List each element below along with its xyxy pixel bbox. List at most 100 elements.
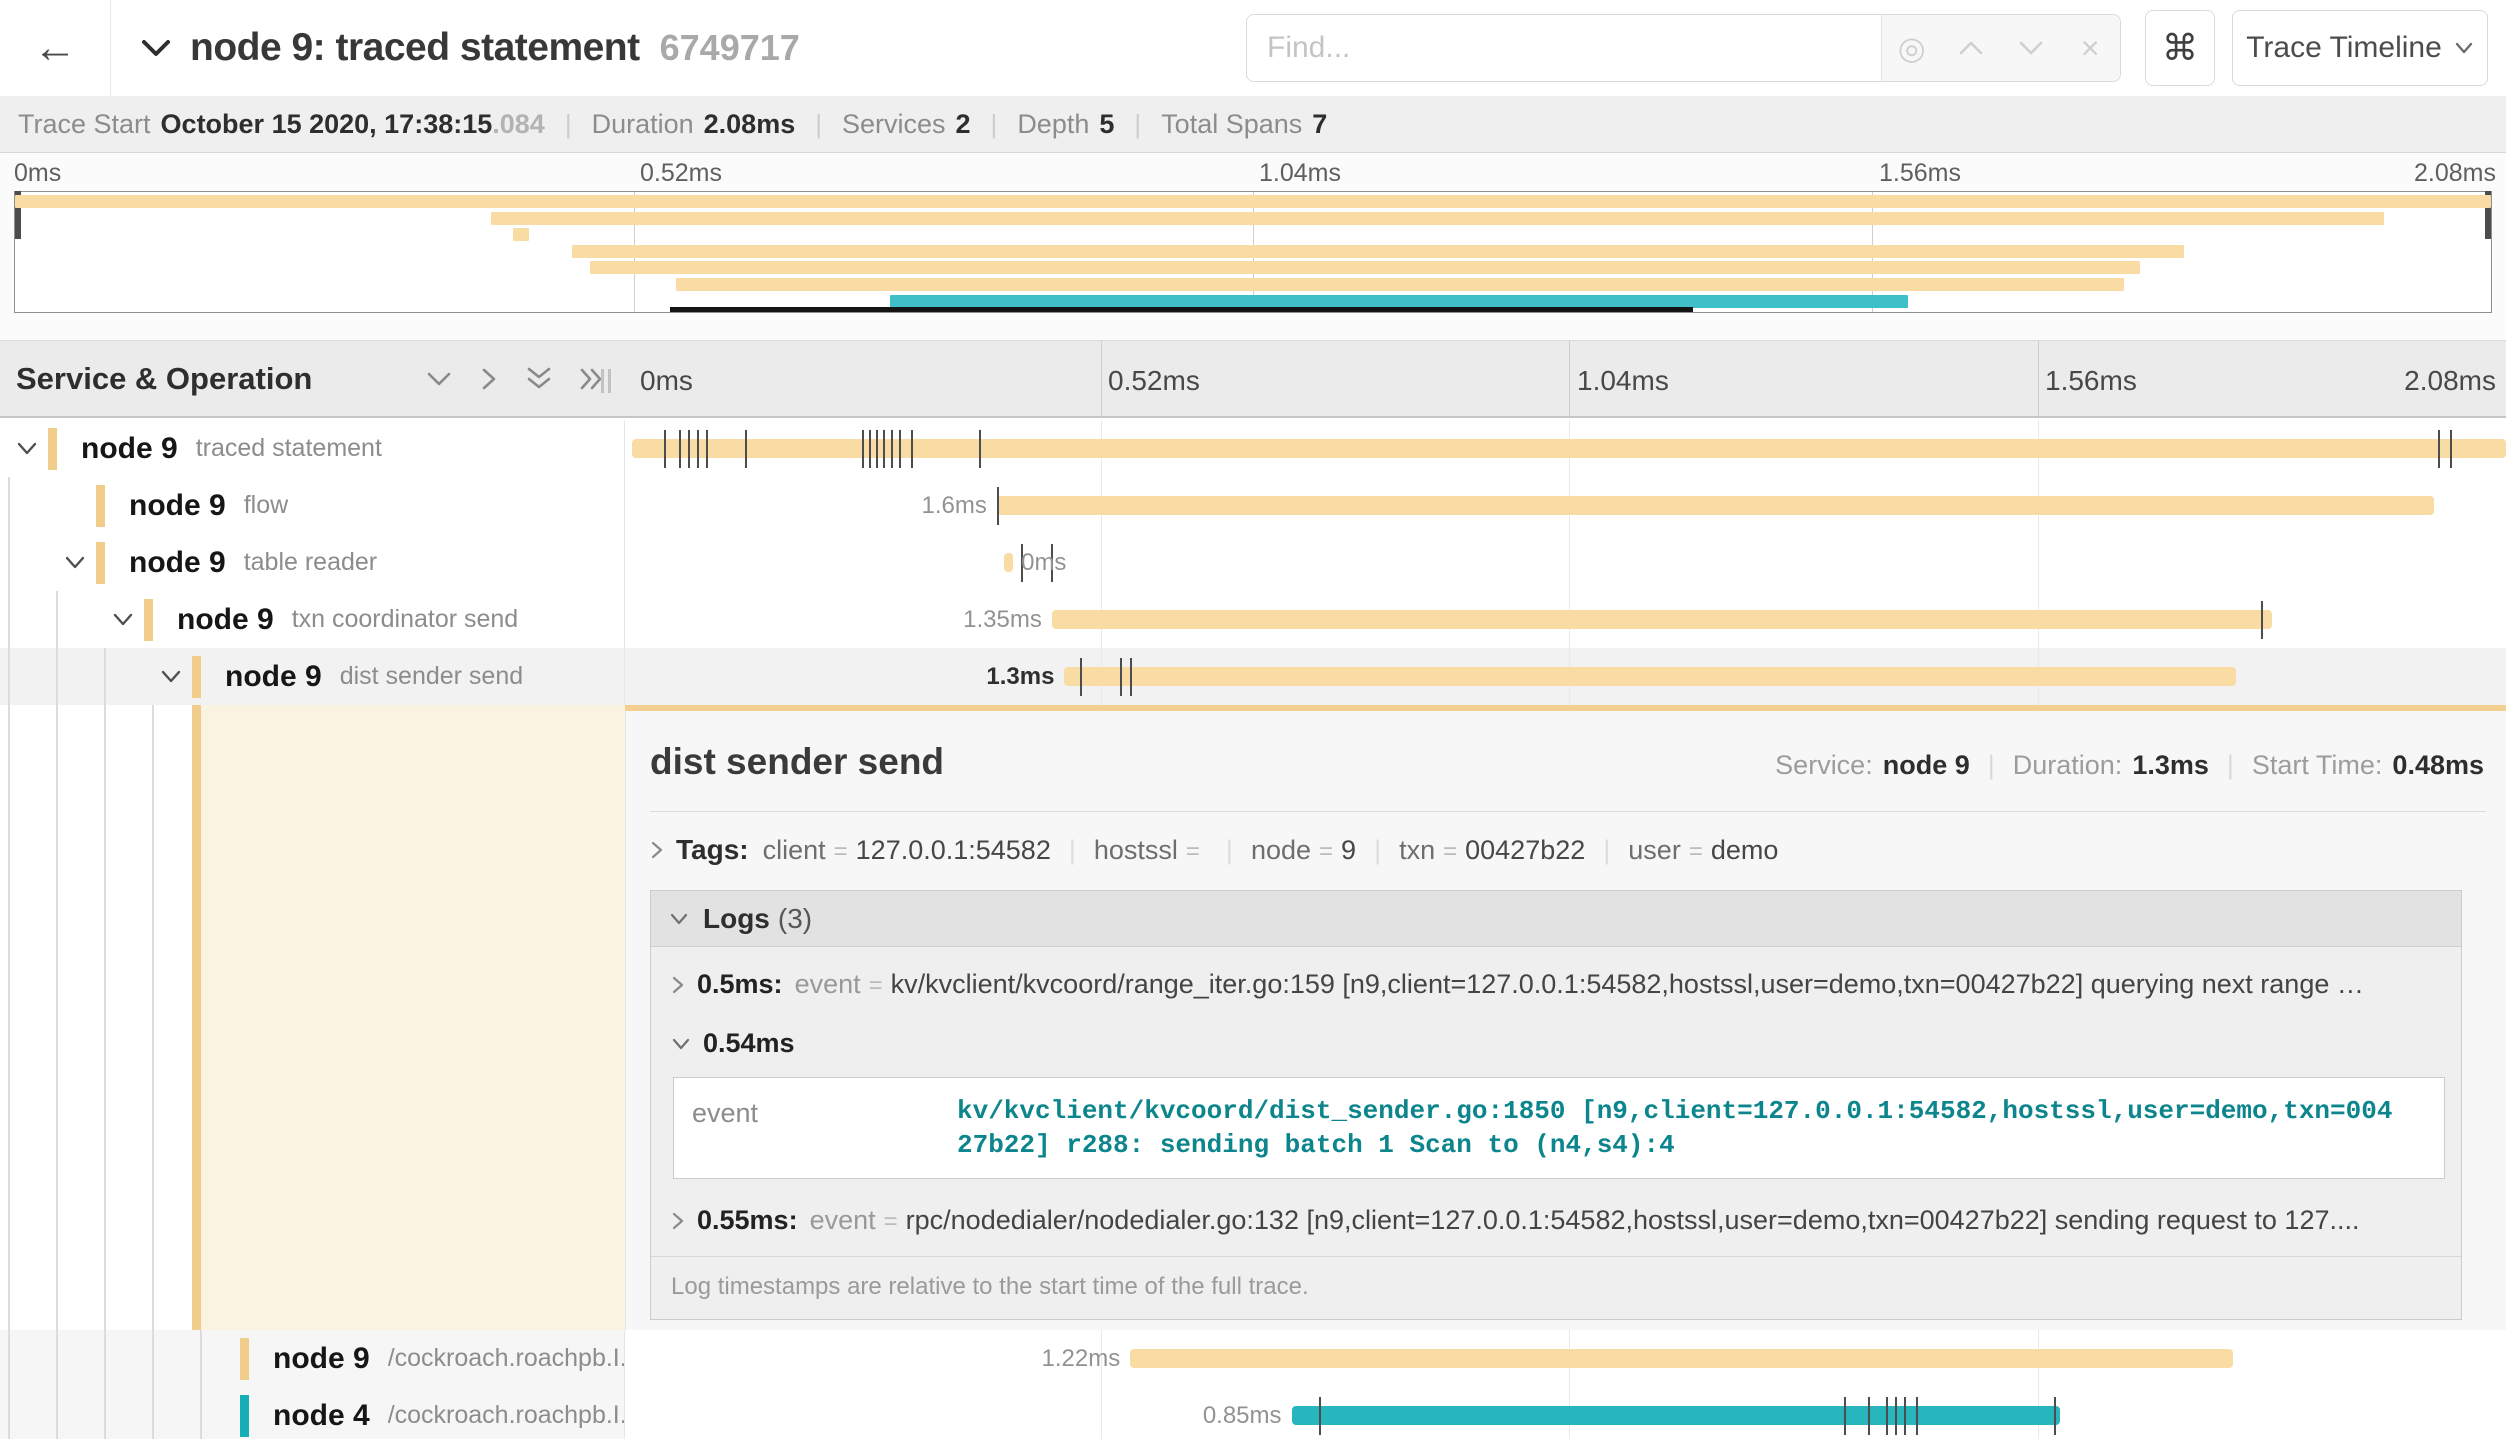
indent-guide bbox=[56, 1330, 58, 1387]
span-name-cell[interactable]: node 9flow bbox=[0, 477, 625, 534]
span-bar[interactable] bbox=[1064, 667, 2235, 686]
span-row-flow[interactable]: node 9flow1.6ms bbox=[0, 477, 2506, 534]
span-bar[interactable] bbox=[1292, 1406, 2061, 1425]
operation-name: /cockroach.roachpb.I... bbox=[388, 1401, 624, 1430]
log-marker-tick bbox=[697, 430, 699, 468]
tags-toggle-row[interactable]: Tags: client=127.0.0.1:54582|hostssl=|no… bbox=[650, 834, 2486, 866]
minimap-tick-2: 1.04ms bbox=[1259, 159, 1341, 188]
log-marker-tick bbox=[891, 430, 893, 468]
log-marker-tick bbox=[1895, 1397, 1897, 1435]
span-bar[interactable] bbox=[1130, 1349, 2233, 1368]
span-row-dist-sender-send[interactable]: node 9dist sender send 1.3ms bbox=[0, 648, 2506, 705]
tag-key: node bbox=[1251, 835, 1311, 865]
log-marker-tick bbox=[688, 430, 690, 468]
log-marker-tick bbox=[706, 430, 708, 468]
expand-one-chevron-right-icon[interactable] bbox=[479, 366, 499, 392]
indent-guide bbox=[8, 1330, 10, 1387]
trace-timeline-page: ← node 9: traced statement 6749717 ◎ × bbox=[0, 0, 2506, 1439]
span-name-cell[interactable]: node 9table reader bbox=[0, 534, 625, 591]
span-name-cell[interactable]: node 9traced statement bbox=[0, 420, 625, 477]
gridline bbox=[1569, 534, 1570, 591]
chevron-down-icon[interactable] bbox=[64, 555, 86, 570]
column-resize-grip[interactable] bbox=[601, 369, 615, 393]
keyboard-shortcuts-button[interactable]: ⌘ bbox=[2145, 10, 2215, 86]
topbar-divider bbox=[110, 0, 111, 96]
log-marker-tick bbox=[2450, 430, 2452, 468]
log-entry-1[interactable]: 0.5ms: event = kv/kvclient/kvcoord/range… bbox=[651, 947, 2461, 1010]
service-name: node 4 bbox=[273, 1399, 370, 1433]
log-marker-tick bbox=[997, 487, 999, 525]
log-field-key: event bbox=[795, 969, 861, 1000]
service-color-chip bbox=[192, 656, 201, 698]
trace-start-label: Trace Start bbox=[18, 109, 151, 140]
close-icon[interactable]: × bbox=[2067, 30, 2113, 67]
back-button[interactable]: ← bbox=[22, 18, 88, 78]
indent-guide bbox=[200, 1387, 202, 1439]
span-row-cockroach-roachpb-i[interactable]: node 9/cockroach.roachpb.I... 1.22ms bbox=[0, 1330, 2506, 1387]
span-rows: node 9traced statementnode 9flow1.6msnod… bbox=[0, 420, 2506, 1439]
services-label: Services bbox=[842, 109, 946, 140]
span-row-traced-statement[interactable]: node 9traced statement bbox=[0, 420, 2506, 477]
selected-span-indent-stripe bbox=[192, 705, 201, 1330]
minimap-tick-3: 1.56ms bbox=[1879, 159, 1961, 188]
span-name-cell[interactable]: node 4/cockroach.roachpb.I... bbox=[0, 1387, 625, 1439]
trace-timeline-dropdown[interactable]: Trace Timeline bbox=[2232, 10, 2488, 86]
logs-toggle-header[interactable]: Logs (3) bbox=[651, 891, 2461, 947]
duration-meta-value: 1.3ms bbox=[2132, 750, 2209, 781]
gridline bbox=[1101, 534, 1102, 591]
span-row-cockroach-roachpb-i[interactable]: node 4/cockroach.roachpb.I...0.85ms bbox=[0, 1387, 2506, 1439]
chevron-up-icon[interactable] bbox=[1948, 39, 1994, 57]
span-timeline-cell: 1.3ms bbox=[625, 648, 2506, 705]
indent-guide bbox=[200, 1330, 202, 1387]
service-color-chip bbox=[96, 542, 105, 584]
operation-name: txn coordinator send bbox=[292, 605, 519, 634]
chevron-down-icon[interactable] bbox=[16, 441, 38, 456]
minimap-span-bar bbox=[491, 212, 2384, 225]
top-bar: ← node 9: traced statement 6749717 ◎ × bbox=[0, 0, 2506, 96]
chevron-down-icon[interactable] bbox=[160, 669, 182, 684]
log-entry-3[interactable]: 0.55ms: event = rpc/nodedialer/nodediale… bbox=[651, 1191, 2461, 1246]
minimap-span-bar bbox=[513, 228, 530, 241]
trace-start-value: October 15 2020, 17:38:15 bbox=[161, 109, 493, 140]
collapse-trace-chevron-down-icon[interactable] bbox=[140, 37, 172, 59]
find-input[interactable] bbox=[1247, 15, 1881, 81]
depth-label: Depth bbox=[1017, 109, 1089, 140]
chevron-down-icon[interactable] bbox=[112, 612, 134, 627]
find-group: ◎ × bbox=[1246, 14, 2121, 82]
log-marker-tick bbox=[2261, 601, 2263, 639]
collapse-one-chevron-down-icon[interactable] bbox=[425, 369, 453, 389]
service-color-chip bbox=[144, 599, 153, 641]
span-bar[interactable] bbox=[997, 496, 2434, 515]
log-field-value: kv/kvclient/kvcoord/range_iter.go:159 [n… bbox=[891, 969, 2364, 1000]
locate-icon[interactable]: ◎ bbox=[1889, 29, 1935, 67]
span-duration-label: 1.3ms bbox=[986, 663, 1054, 691]
span-row-table-reader[interactable]: node 9table reader 0ms bbox=[0, 534, 2506, 591]
total-spans-value: 7 bbox=[1312, 109, 1327, 140]
collapse-all-double-chevron-down-icon[interactable] bbox=[525, 366, 553, 392]
span-row-txn-coordinator-send[interactable]: node 9txn coordinator send1.35ms bbox=[0, 591, 2506, 648]
span-bar[interactable] bbox=[1004, 553, 1013, 572]
chevron-down-icon[interactable] bbox=[2008, 39, 2054, 57]
trace-minimap: 0ms 0.52ms 1.04ms 1.56ms 2.08ms bbox=[0, 153, 2506, 340]
span-duration-label: 1.22ms bbox=[1042, 1345, 1121, 1373]
indent-guide bbox=[56, 648, 58, 705]
log-timestamp: 0.55ms: bbox=[697, 1205, 798, 1236]
duration-label: Duration bbox=[592, 109, 694, 140]
span-bar[interactable] bbox=[1052, 610, 2272, 629]
service-name: node 9 bbox=[129, 546, 226, 580]
service-meta-value: node 9 bbox=[1883, 750, 1970, 781]
span-duration-label: 0ms bbox=[1021, 549, 1066, 577]
span-name-cell[interactable]: node 9dist sender send bbox=[0, 648, 625, 705]
log-entry-2-header[interactable]: 0.54ms bbox=[651, 1010, 2461, 1071]
log-marker-tick bbox=[883, 430, 885, 468]
ruler-tick-1: 0.52ms bbox=[1108, 365, 1200, 397]
gridline bbox=[1101, 1387, 1102, 1439]
log-marker-tick bbox=[876, 430, 878, 468]
minimap-canvas[interactable] bbox=[14, 191, 2492, 313]
tag-value: demo bbox=[1711, 835, 1779, 865]
span-name-cell[interactable]: node 9/cockroach.roachpb.I... bbox=[0, 1330, 625, 1387]
ruler-tick-3: 1.56ms bbox=[2045, 365, 2137, 397]
span-name-cell[interactable]: node 9txn coordinator send bbox=[0, 591, 625, 648]
tag-key: txn bbox=[1399, 835, 1435, 865]
indent-guide bbox=[8, 591, 10, 648]
